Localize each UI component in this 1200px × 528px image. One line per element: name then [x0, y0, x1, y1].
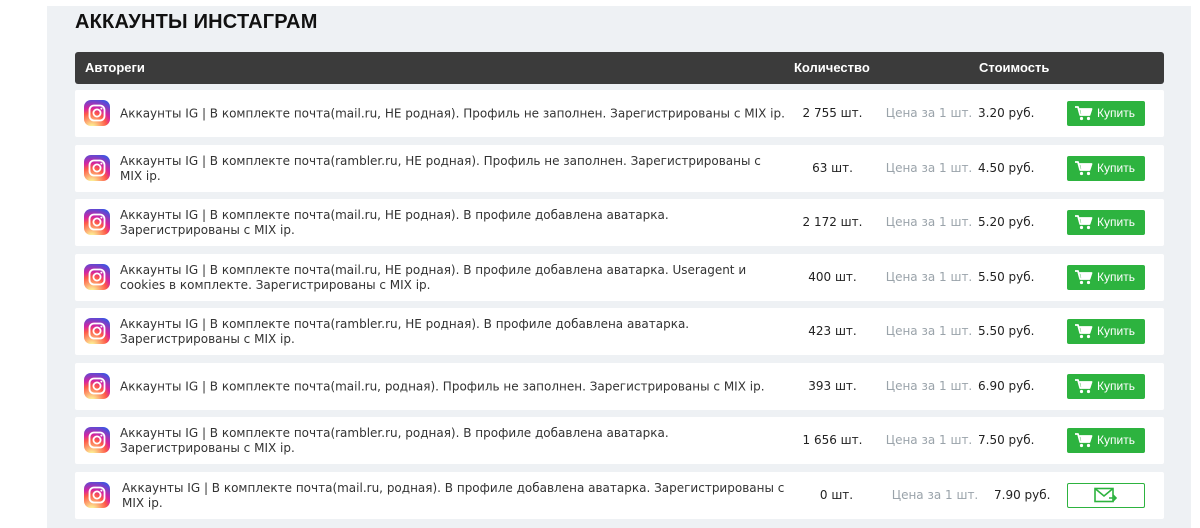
row-description: Аккаунты IG | В комплекте почта(mail.ru,… — [120, 207, 669, 237]
instagram-icon — [84, 209, 110, 235]
header-autoreg: Автореги — [85, 60, 145, 75]
buy-button[interactable]: Купить — [1067, 428, 1145, 453]
cart-icon — [1075, 106, 1093, 121]
table-row: Аккаунты IG | В комплекте почта(mail.ru,… — [75, 254, 1164, 301]
row-description: Аккаунты IG | В комплекте почта(mail.ru,… — [120, 379, 765, 393]
buy-button[interactable]: Купить — [1067, 101, 1145, 126]
instagram-icon — [84, 264, 110, 290]
cart-icon — [1075, 215, 1093, 230]
row-quantity: 63 шт. — [812, 161, 853, 175]
table-row: Аккаунты IG | В комплекте почта(mail.ru,… — [75, 363, 1164, 410]
row-unit-label: Цена за 1 шт. — [891, 488, 979, 502]
cart-icon — [1075, 161, 1093, 176]
row-description: Аккаунты IG | В комплекте почта(mail.ru,… — [122, 480, 785, 510]
header-quantity: Количество — [794, 60, 870, 75]
instagram-icon — [84, 427, 110, 453]
row-price: 4.50 руб. — [978, 161, 1035, 175]
buy-button[interactable]: Купить — [1067, 156, 1145, 181]
row-unit-label: Цена за 1 шт. — [885, 379, 973, 393]
row-description: Аккаунты IG | В комплекте почта(mail.ru,… — [120, 106, 785, 120]
row-quantity: 423 шт. — [808, 324, 857, 338]
row-description: Аккаунты IG | В комплекте почта(rambler.… — [120, 153, 761, 183]
cart-icon — [1075, 270, 1093, 285]
row-price: 5.50 руб. — [978, 270, 1035, 284]
row-quantity: 400 шт. — [808, 270, 857, 284]
row-unit-label: Цена за 1 шт. — [885, 215, 973, 229]
row-price: 5.20 руб. — [978, 215, 1035, 229]
table-header: Автореги Количество Стоимость — [75, 52, 1164, 84]
row-unit-label: Цена за 1 шт. — [885, 433, 973, 447]
row-quantity: 2 172 шт. — [802, 215, 863, 229]
table-row: Аккаунты IG | В комплекте почта(mail.ru,… — [75, 472, 1164, 519]
instagram-icon — [84, 100, 110, 126]
table-row: Аккаунты IG | В комплекте почта(rambler.… — [75, 308, 1164, 355]
table-row: Аккаунты IG | В комплекте почта(mail.ru,… — [75, 199, 1164, 246]
row-quantity: 2 755 шт. — [802, 106, 863, 120]
row-price: 7.50 руб. — [978, 433, 1035, 447]
buy-button[interactable]: Купить — [1067, 265, 1145, 290]
buy-button-label: Купить — [1097, 161, 1135, 175]
buy-button[interactable]: Купить — [1067, 210, 1145, 235]
row-unit-label: Цена за 1 шт. — [885, 161, 973, 175]
row-unit-label: Цена за 1 шт. — [885, 270, 973, 284]
row-description: Аккаунты IG | В комплекте почта(rambler.… — [120, 425, 669, 455]
table-row: Аккаунты IG | В комплекте почта(mail.ru,… — [75, 90, 1164, 137]
buy-button-label: Купить — [1097, 106, 1135, 120]
buy-button[interactable]: Купить — [1067, 319, 1145, 344]
row-quantity: 0 шт. — [819, 488, 854, 502]
instagram-icon — [84, 318, 110, 344]
buy-button-label: Купить — [1097, 270, 1135, 284]
page-title: АККАУНТЫ ИНСТАГРАМ — [75, 11, 318, 33]
row-price: 6.90 руб. — [978, 379, 1035, 393]
cart-icon — [1075, 379, 1093, 394]
buy-button-label: Купить — [1097, 215, 1135, 229]
cart-icon — [1075, 324, 1093, 339]
cart-icon — [1075, 433, 1093, 448]
buy-button-label: Купить — [1097, 379, 1135, 393]
notify-email-button[interactable] — [1067, 483, 1145, 508]
instagram-icon — [84, 482, 110, 508]
row-price: 3.20 руб. — [978, 106, 1035, 120]
row-unit-label: Цена за 1 шт. — [885, 106, 973, 120]
row-quantity: 393 шт. — [808, 379, 857, 393]
header-cost: Стоимость — [979, 60, 1050, 75]
table-row: Аккаунты IG | В комплекте почта(rambler.… — [75, 417, 1164, 464]
buy-button[interactable]: Купить — [1067, 374, 1145, 399]
row-price: 5.50 руб. — [978, 324, 1035, 338]
instagram-icon — [84, 373, 110, 399]
row-unit-label: Цена за 1 шт. — [885, 324, 973, 338]
row-quantity: 1 656 шт. — [802, 433, 863, 447]
row-price: 7.90 руб. — [994, 488, 1051, 502]
buy-button-label: Купить — [1097, 324, 1135, 338]
row-description: Аккаунты IG | В комплекте почта(mail.ru,… — [120, 262, 747, 292]
table-row: Аккаунты IG | В комплекте почта(rambler.… — [75, 145, 1164, 192]
row-description: Аккаунты IG | В комплекте почта(rambler.… — [120, 316, 690, 346]
buy-button-label: Купить — [1097, 433, 1135, 447]
mail-icon — [1094, 487, 1118, 503]
instagram-icon — [84, 155, 110, 181]
